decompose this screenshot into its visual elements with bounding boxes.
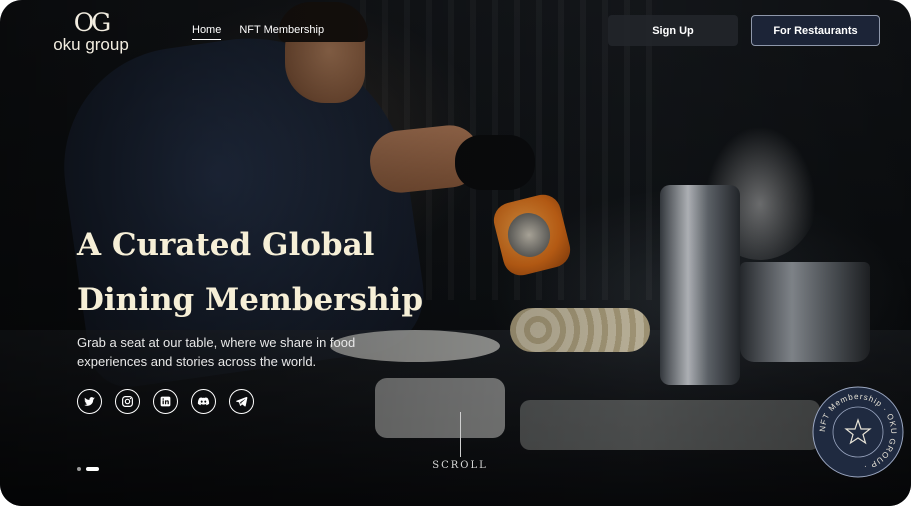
scroll-indicator[interactable]: SCROLL — [420, 460, 500, 471]
hero-subtext: Grab a seat at our table, where we share… — [77, 335, 356, 369]
nft-membership-badge[interactable]: NFT Membership · OKU GROUP · — [812, 386, 904, 478]
slider-dot[interactable] — [77, 467, 81, 471]
twitter-icon[interactable] — [77, 389, 102, 414]
telegram-icon[interactable] — [229, 389, 254, 414]
social-links — [77, 389, 254, 414]
slider-dots — [77, 467, 99, 471]
nav-nft-membership[interactable]: NFT Membership — [239, 24, 324, 40]
sign-up-button[interactable]: Sign Up — [608, 15, 738, 46]
discord-icon[interactable] — [191, 389, 216, 414]
instagram-icon[interactable] — [115, 389, 140, 414]
nav-home[interactable]: Home — [192, 24, 222, 40]
logo-text: oku group — [53, 35, 129, 54]
scroll-line — [460, 412, 461, 457]
for-restaurants-button[interactable]: For Restaurants — [751, 15, 880, 46]
headline-line-1: A Curated Global — [77, 227, 375, 263]
brand-logo[interactable]: OG oku group — [50, 10, 132, 54]
headline-line-2: Dining Membership — [77, 282, 423, 318]
linkedin-icon[interactable] — [153, 389, 178, 414]
hero-section: OG oku group Home NFT Membership Sign Up… — [0, 0, 911, 506]
slider-dot-active[interactable] — [86, 467, 99, 471]
main-nav: Home NFT Membership — [192, 24, 324, 40]
logo-mark: OG — [73, 8, 111, 37]
hero-headline: A Curated Global Dining Membership — [77, 218, 497, 328]
